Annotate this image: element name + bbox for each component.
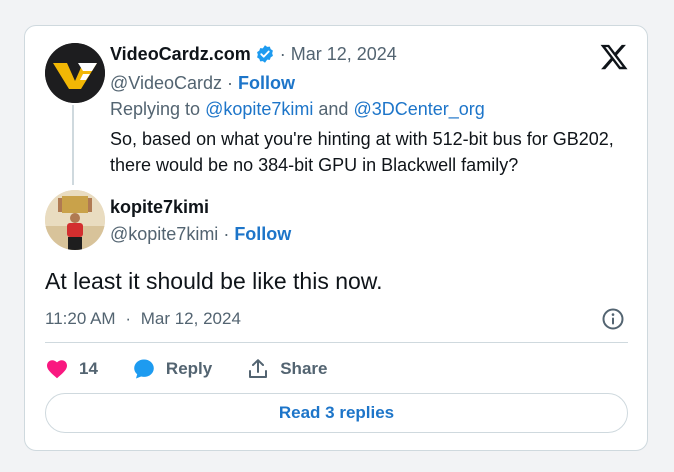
reply-label: Reply: [165, 359, 213, 378]
share-button[interactable]: Share: [246, 357, 327, 381]
tweet-timestamp[interactable]: 11:20 AM · Mar 12, 2024: [45, 308, 241, 330]
parent-handle-row: @VideoCardz · Follow: [110, 72, 295, 94]
main-handle-row: @kopite7kimi · Follow: [110, 223, 291, 245]
divider: [45, 342, 628, 343]
separator-dot: ·: [279, 44, 286, 64]
main-handle[interactable]: @kopite7kimi: [110, 223, 218, 245]
kopite7kimi-photo-icon: [45, 190, 105, 250]
reply-bubble-icon: [134, 359, 154, 379]
thread-connector-line: [72, 105, 74, 185]
parent-tweet-text: So, based on what you're hinting at with…: [110, 129, 614, 175]
action-bar: 14 Reply Share: [45, 355, 361, 383]
separator-dot: ·: [223, 224, 230, 244]
like-count: 14: [79, 359, 98, 378]
parent-follow-button[interactable]: Follow: [238, 72, 295, 94]
reply-button[interactable]: Reply: [132, 357, 212, 381]
read-replies-button[interactable]: Read 3 replies: [45, 393, 628, 433]
main-tweet-text: At least it should be like this now.: [45, 268, 383, 294]
parent-date[interactable]: Mar 12, 2024: [291, 43, 397, 65]
videocardz-logo-icon: [45, 43, 105, 103]
main-name-row: kopite7kimi: [110, 196, 209, 218]
share-label: Share: [280, 359, 328, 378]
main-follow-button[interactable]: Follow: [234, 223, 291, 245]
parent-name-row: VideoCardz.com · Mar 12, 2024: [110, 43, 397, 65]
separator-dot: ·: [227, 73, 233, 93]
replying-to-line: Replying to @kopite7kimi and @3DCenter_o…: [110, 98, 485, 120]
reply-target-3dcenter[interactable]: @3DCenter_org: [353, 99, 484, 119]
videocardz-avatar[interactable]: [45, 43, 105, 103]
heart-icon: [47, 360, 67, 379]
main-display-name[interactable]: kopite7kimi: [110, 196, 209, 218]
info-icon[interactable]: [601, 307, 625, 331]
share-upload-icon: [249, 359, 268, 378]
verified-badge-icon: [256, 45, 273, 63]
separator-dot: ·: [125, 309, 131, 328]
parent-handle[interactable]: @VideoCardz: [110, 72, 222, 94]
replying-to-prefix: Replying to: [110, 99, 201, 119]
replying-to-and: and: [318, 99, 349, 119]
x-logo-icon[interactable]: [599, 42, 629, 72]
like-button[interactable]: 14: [45, 357, 98, 381]
tweet-embed-card: VideoCardz.com · Mar 12, 2024 @VideoCard…: [24, 25, 648, 451]
reply-target-kopite7kimi[interactable]: @kopite7kimi: [205, 99, 313, 119]
parent-display-name[interactable]: VideoCardz.com: [110, 43, 251, 65]
tweet-time: 11:20 AM: [45, 309, 116, 328]
kopite7kimi-avatar[interactable]: [45, 190, 105, 250]
tweet-date: Mar 12, 2024: [140, 309, 241, 328]
